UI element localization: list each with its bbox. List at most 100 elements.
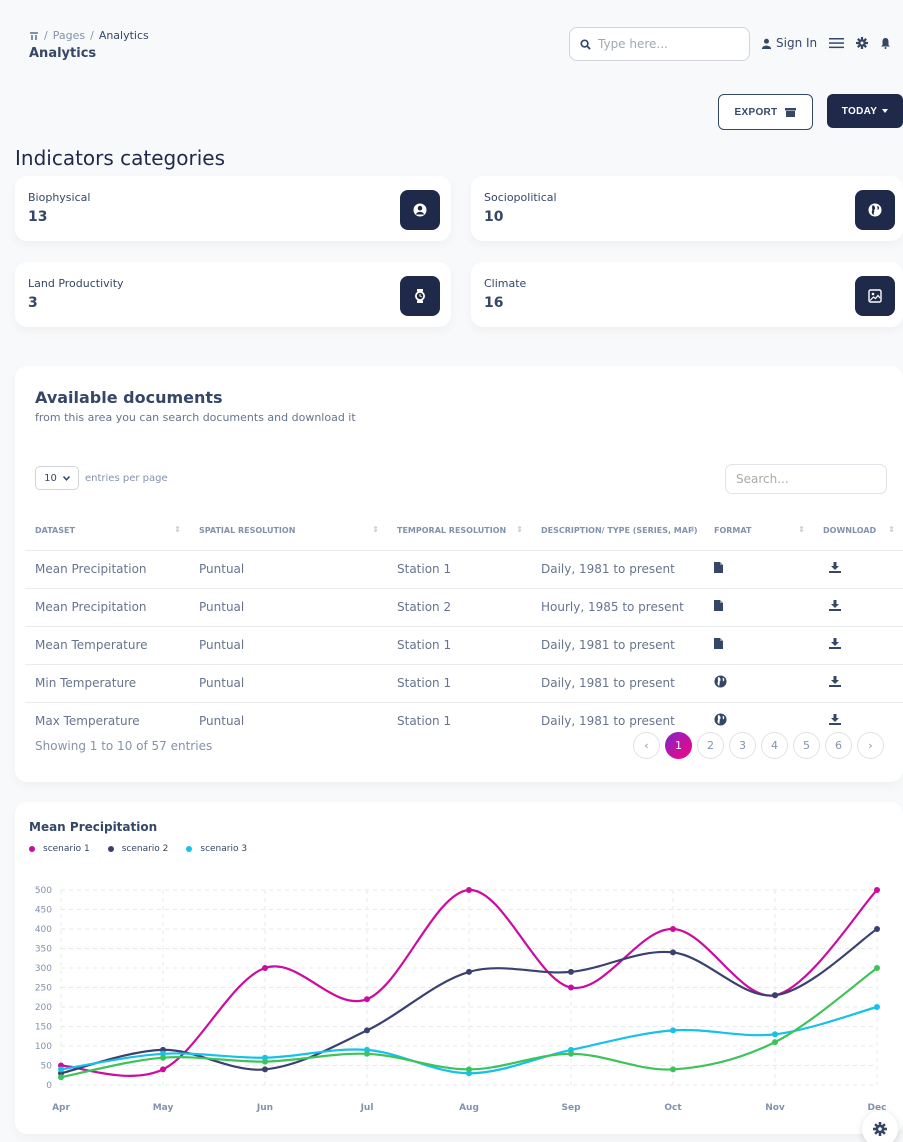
cell-temporal: Station 1 <box>387 664 531 703</box>
entries-per-page: 10 entries per page <box>35 466 168 490</box>
cell-temporal: Station 1 <box>387 550 531 589</box>
cell-download <box>813 664 903 703</box>
table-search-placeholder: Search... <box>736 472 789 486</box>
x-tick-label: Nov <box>765 1103 785 1113</box>
y-tick-label: 50 <box>41 1062 53 1072</box>
today-dropdown-button[interactable]: TODAY <box>827 94 903 128</box>
export-button[interactable]: EXPORT <box>718 94 813 130</box>
download-icon[interactable] <box>829 562 841 576</box>
table-search-input[interactable]: Search... <box>725 464 887 494</box>
y-tick-label: 350 <box>35 945 52 955</box>
data-point <box>670 949 676 956</box>
legend-item: scenario 2 <box>107 844 168 854</box>
entries-summary: Showing 1 to 10 of 57 entries <box>35 739 213 753</box>
archive-icon <box>785 107 797 117</box>
download-icon[interactable] <box>829 638 841 652</box>
download-icon[interactable] <box>829 676 841 690</box>
cell-dataset: Max Temperature <box>35 714 140 729</box>
cell-download <box>813 588 903 627</box>
user-circle-icon <box>400 190 440 230</box>
cell-description: Daily, 1981 to present <box>531 664 704 703</box>
page-next-button[interactable]: › <box>857 732 884 759</box>
chart-legend: scenario 1 scenario 2 scenario 3 <box>29 844 247 854</box>
table-body: Mean Precipitation Puntual Station 1 Daily,… <box>25 550 903 740</box>
series-line <box>60 1005 878 1075</box>
column-header-temporal[interactable]: TEMPORAL RESOLUTION ⇕ <box>387 512 531 551</box>
sort-icon: ⇕ <box>372 525 379 534</box>
signin-link[interactable]: Sign In <box>761 36 817 50</box>
category-label: Climate <box>484 277 527 290</box>
column-header-description[interactable]: DESCRIPTION/ TYPE (SERIES, MAP) ⇕ <box>531 512 704 551</box>
table-row: Mean Temperature Puntual Station 1 Daily, 1… <box>25 626 903 665</box>
gear-icon[interactable] <box>856 37 869 49</box>
data-point <box>58 1074 64 1081</box>
column-header-dataset[interactable]: DATASET ⇕ <box>25 512 189 551</box>
cell-temporal: Station 1 <box>397 714 452 729</box>
caret-down-icon <box>882 109 889 113</box>
y-tick-label: 500 <box>35 886 52 896</box>
globe-icon <box>714 713 727 729</box>
y-tick-label: 450 <box>35 906 52 916</box>
user-icon <box>761 38 772 49</box>
data-point <box>568 968 574 975</box>
home-icon[interactable] <box>29 31 39 41</box>
cell-spatial: Puntual <box>189 626 387 665</box>
chevron-down-icon <box>62 475 70 481</box>
cell-dataset: Mean Precipitation <box>25 550 189 589</box>
entries-select[interactable]: 10 <box>35 466 79 490</box>
search-input[interactable] <box>598 37 728 51</box>
column-header-download[interactable]: DOWNLOAD ⇕ <box>813 512 903 551</box>
y-tick-label: 400 <box>35 925 52 935</box>
data-point <box>262 965 268 971</box>
legend-label: scenario 1 <box>43 844 90 854</box>
search-icon <box>580 38 591 50</box>
precipitation-chart-card: Mean Precipitation scenario 1 scenario 2s… <box>15 802 903 1134</box>
cell-spatial: Puntual <box>189 550 387 589</box>
breadcrumb-sep: / <box>44 29 48 42</box>
y-tick-label: 100 <box>35 1042 52 1052</box>
page-button-2[interactable]: 2 <box>697 732 724 759</box>
cell-spatial: Puntual <box>199 714 245 729</box>
y-tick-label: 0 <box>46 1081 52 1091</box>
table-row: Mean Precipitation Puntual Station 2 Hourly… <box>25 588 903 627</box>
file-icon <box>714 638 723 652</box>
column-header-format[interactable]: FORMAT ⇕ <box>704 512 813 551</box>
cell-format <box>704 664 813 703</box>
page-button-3[interactable]: 3 <box>729 732 756 759</box>
legend-marker <box>29 845 35 852</box>
page-prev-button[interactable]: ‹ <box>633 732 660 759</box>
data-point <box>772 1031 778 1038</box>
entries-label: entries per page <box>85 472 168 484</box>
download-icon[interactable] <box>829 600 841 614</box>
table-header-row: DATASET ⇕ SPATIAL RESOLUTION ⇕ TEMPORAL RE… <box>25 512 903 551</box>
line-chart: 0 50 100 150 200 250 300 350 400 450 500 Apr May Jun J… <box>35 886 887 1113</box>
top-navbar: / Pages / Analytics Analytics Sign In <box>0 0 903 80</box>
page-button-6[interactable]: 6 <box>825 732 852 759</box>
today-label: TODAY <box>841 105 878 117</box>
export-label: EXPORT <box>734 106 778 118</box>
category-value: 3 <box>28 295 38 311</box>
x-tick-label: Apr <box>52 1103 70 1113</box>
data-point <box>772 992 778 999</box>
y-tick-label: 200 <box>35 1003 52 1013</box>
page-button-5[interactable]: 5 <box>793 732 820 759</box>
cell-download <box>813 626 903 665</box>
cell-download <box>813 550 903 589</box>
x-tick-label: Jun <box>256 1103 273 1113</box>
data-point <box>160 1066 166 1073</box>
download-icon[interactable] <box>829 714 841 728</box>
page-button-4[interactable]: 4 <box>761 732 788 759</box>
column-header-spatial[interactable]: SPATIAL RESOLUTION ⇕ <box>189 512 387 551</box>
menu-icon[interactable] <box>829 37 845 49</box>
data-point <box>670 926 676 932</box>
category-card-biophysical: Biophysical 13 <box>15 176 451 241</box>
bell-icon[interactable] <box>880 37 891 49</box>
sort-icon: ⇕ <box>888 525 895 534</box>
settings-fab[interactable] <box>862 1111 898 1142</box>
breadcrumb-pages[interactable]: Pages <box>53 29 85 42</box>
page-button-1[interactable]: 1 <box>665 732 692 759</box>
data-point <box>670 1066 676 1073</box>
sort-icon: ⇕ <box>516 525 523 534</box>
data-point <box>772 1039 778 1046</box>
data-point <box>364 1050 370 1057</box>
